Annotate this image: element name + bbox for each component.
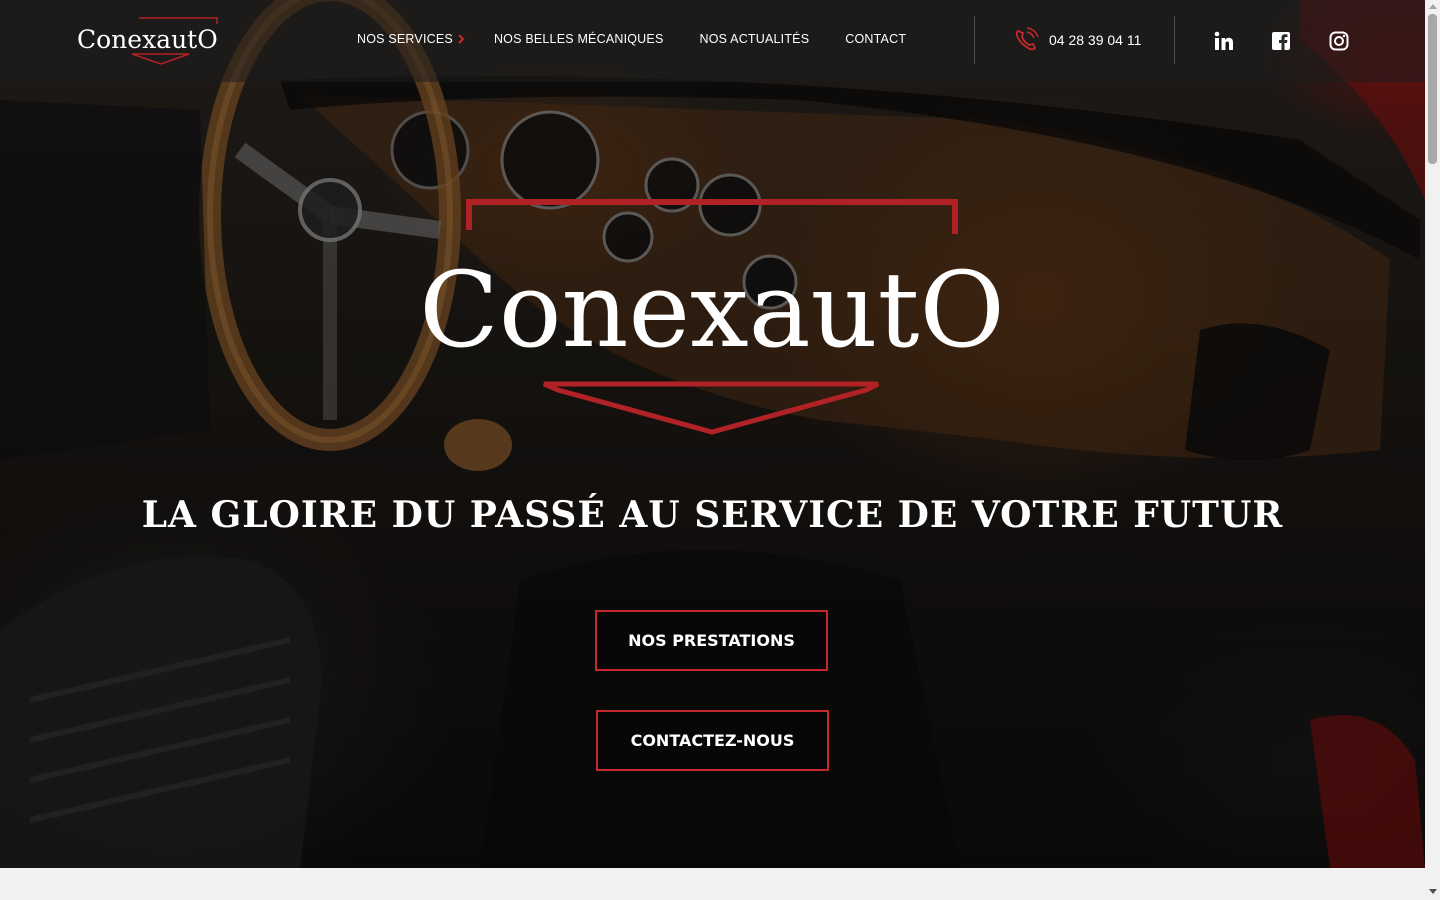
hero-logo: ConexautO (419, 199, 1005, 435)
scroll-thumb[interactable] (1428, 14, 1437, 164)
prestations-button[interactable]: NOS PRESTATIONS (595, 610, 828, 671)
nav-item-label: NOS SERVICES (357, 32, 453, 46)
phone-icon (1015, 27, 1039, 51)
hero-section: ConexautO NOS SERVICES NOS BELLES MÉCANI… (0, 0, 1425, 868)
nav-item-contact[interactable]: CONTACT (845, 32, 906, 46)
scroll-up-arrow-icon[interactable] (1429, 4, 1437, 9)
chevron-right-icon (458, 34, 465, 44)
instagram-icon[interactable] (1329, 31, 1349, 51)
page-scrollbar[interactable] (1425, 0, 1440, 900)
linkedin-icon[interactable] (1214, 31, 1234, 51)
hero-tagline: LA GLOIRE DU PASSÉ AU SERVICE DE VOTRE F… (141, 494, 1284, 536)
svg-text:ConexautO: ConexautO (77, 25, 218, 54)
header-divider (1174, 16, 1175, 64)
facebook-icon[interactable] (1271, 31, 1291, 51)
contact-button[interactable]: CONTACTEZ-NOUS (596, 710, 829, 771)
nav-item-services[interactable]: NOS SERVICES (357, 32, 466, 46)
site-header: ConexautO NOS SERVICES NOS BELLES MÉCANI… (0, 0, 1425, 82)
nav-item-actualites[interactable]: NOS ACTUALITÉS (699, 32, 809, 46)
phone-number: 04 28 39 04 11 (1049, 32, 1142, 48)
scroll-down-arrow-icon[interactable] (1429, 889, 1437, 894)
phone-link[interactable]: 04 28 39 04 11 (1013, 27, 1141, 53)
svg-text:ConexautO: ConexautO (419, 249, 1004, 371)
main-nav: NOS SERVICES NOS BELLES MÉCANIQUES NOS A… (357, 32, 906, 46)
nav-item-mecaniques[interactable]: NOS BELLES MÉCANIQUES (494, 32, 664, 46)
header-divider (974, 16, 975, 64)
conexauto-logo[interactable]: ConexautO (77, 14, 253, 66)
